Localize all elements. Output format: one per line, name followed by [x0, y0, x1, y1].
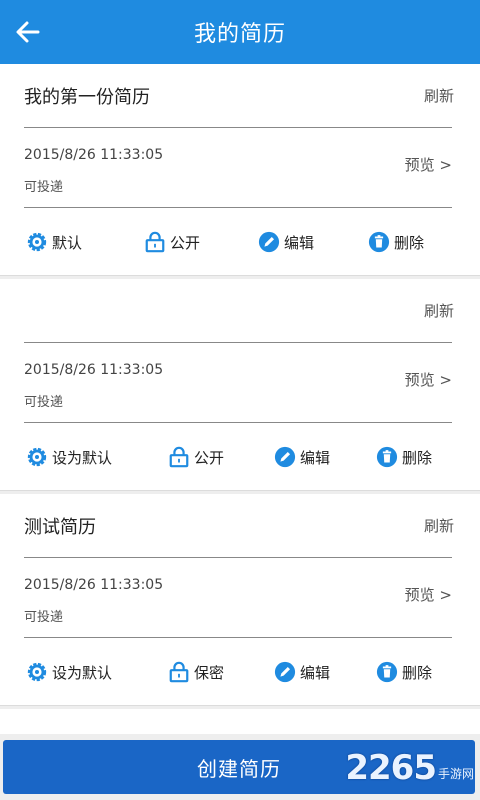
delete-button[interactable]: 删除 — [376, 660, 432, 684]
resume-date: 2015/8/26 11:33:05 — [24, 147, 164, 163]
resume-actions: 默认 公开 编辑 删除 — [0, 208, 480, 276]
set-default-button[interactable]: 设为默认 — [26, 660, 112, 684]
trash-icon — [376, 446, 398, 468]
pencil-icon — [258, 231, 280, 253]
lock-icon — [169, 661, 189, 683]
edit-label: 编辑 — [300, 448, 331, 467]
resume-info-row[interactable]: 2015/8/26 11:33:05 可投递 预览 > — [24, 343, 452, 423]
resume-info-row[interactable]: 2015/8/26 11:33:05 可投递 预览 > — [24, 558, 452, 638]
resume-title-row: 刷新 — [24, 279, 454, 343]
resume-status: 可投递 — [24, 610, 64, 625]
trash-icon — [376, 661, 398, 683]
set-default-label: 设为默认 — [52, 448, 113, 467]
app-header: 我的简历 — [0, 0, 480, 64]
lock-icon — [169, 446, 189, 468]
lock-icon — [145, 231, 165, 253]
privacy-label: 公开 — [170, 233, 201, 252]
resume-date: 2015/8/26 11:33:05 — [24, 577, 164, 593]
gear-icon — [27, 232, 47, 252]
edit-label: 编辑 — [284, 233, 315, 252]
gear-icon — [27, 662, 47, 682]
preview-link[interactable]: 预览 > — [405, 369, 452, 390]
resume-actions: 设为默认 公开 编辑 删除 — [0, 423, 480, 491]
privacy-toggle[interactable]: 保密 — [168, 660, 224, 684]
delete-button[interactable]: 删除 — [376, 445, 432, 469]
set-default-label: 默认 — [52, 233, 83, 252]
delete-label: 删除 — [402, 448, 433, 467]
pencil-icon — [274, 446, 296, 468]
privacy-toggle[interactable]: 公开 — [168, 445, 224, 469]
edit-button[interactable]: 编辑 — [258, 230, 314, 254]
pencil-icon — [274, 661, 296, 683]
preview-link[interactable]: 预览 > — [405, 584, 452, 605]
delete-label: 删除 — [402, 663, 433, 682]
refresh-button[interactable]: 刷新 — [424, 85, 454, 106]
resume-title-row: 我的第一份简历 刷新 — [24, 64, 454, 128]
refresh-button[interactable]: 刷新 — [424, 300, 454, 321]
set-default-button[interactable]: 设为默认 — [26, 445, 112, 469]
delete-label: 删除 — [394, 233, 425, 252]
resume-actions: 设为默认 保密 编辑 删除 — [0, 638, 480, 706]
privacy-label: 保密 — [194, 663, 225, 682]
edit-button[interactable]: 编辑 — [274, 660, 330, 684]
refresh-button[interactable]: 刷新 — [424, 515, 454, 536]
edit-button[interactable]: 编辑 — [274, 445, 330, 469]
page-title: 我的简历 — [193, 22, 286, 47]
resume-card: 我的第一份简历 刷新 2015/8/26 11:33:05 可投递 预览 > 默… — [0, 64, 480, 276]
trash-icon — [368, 231, 390, 253]
resume-name: 测试简历 — [24, 516, 96, 538]
back-button[interactable] — [8, 12, 48, 52]
arrow-left-icon — [16, 21, 40, 43]
set-default-label: 设为默认 — [52, 663, 113, 682]
resume-info-row[interactable]: 2015/8/26 11:33:05 可投递 预览 > — [24, 128, 452, 208]
delete-button[interactable]: 删除 — [368, 230, 424, 254]
resume-date: 2015/8/26 11:33:05 — [24, 362, 164, 378]
edit-label: 编辑 — [300, 663, 331, 682]
preview-link[interactable]: 预览 > — [405, 154, 452, 175]
gear-icon — [27, 447, 47, 467]
privacy-label: 公开 — [194, 448, 225, 467]
set-default-button[interactable]: 默认 — [26, 230, 82, 254]
privacy-toggle[interactable]: 公开 — [144, 230, 200, 254]
resume-name: 我的第一份简历 — [24, 86, 150, 108]
resume-card-partial — [0, 709, 480, 734]
watermark-site: 手游网 — [437, 766, 474, 781]
resume-card: 刷新 2015/8/26 11:33:05 可投递 预览 > 设为默认 公开 编… — [0, 279, 480, 491]
resume-card: 测试简历 刷新 2015/8/26 11:33:05 可投递 预览 > 设为默认… — [0, 494, 480, 706]
resume-list: 我的第一份简历 刷新 2015/8/26 11:33:05 可投递 预览 > 默… — [0, 64, 480, 734]
resume-title-row: 测试简历 刷新 — [24, 494, 454, 558]
resume-status: 可投递 — [24, 180, 64, 195]
site-watermark: 2265 手游网 — [345, 748, 474, 788]
watermark-number: 2265 — [345, 748, 437, 788]
resume-status: 可投递 — [24, 395, 64, 410]
